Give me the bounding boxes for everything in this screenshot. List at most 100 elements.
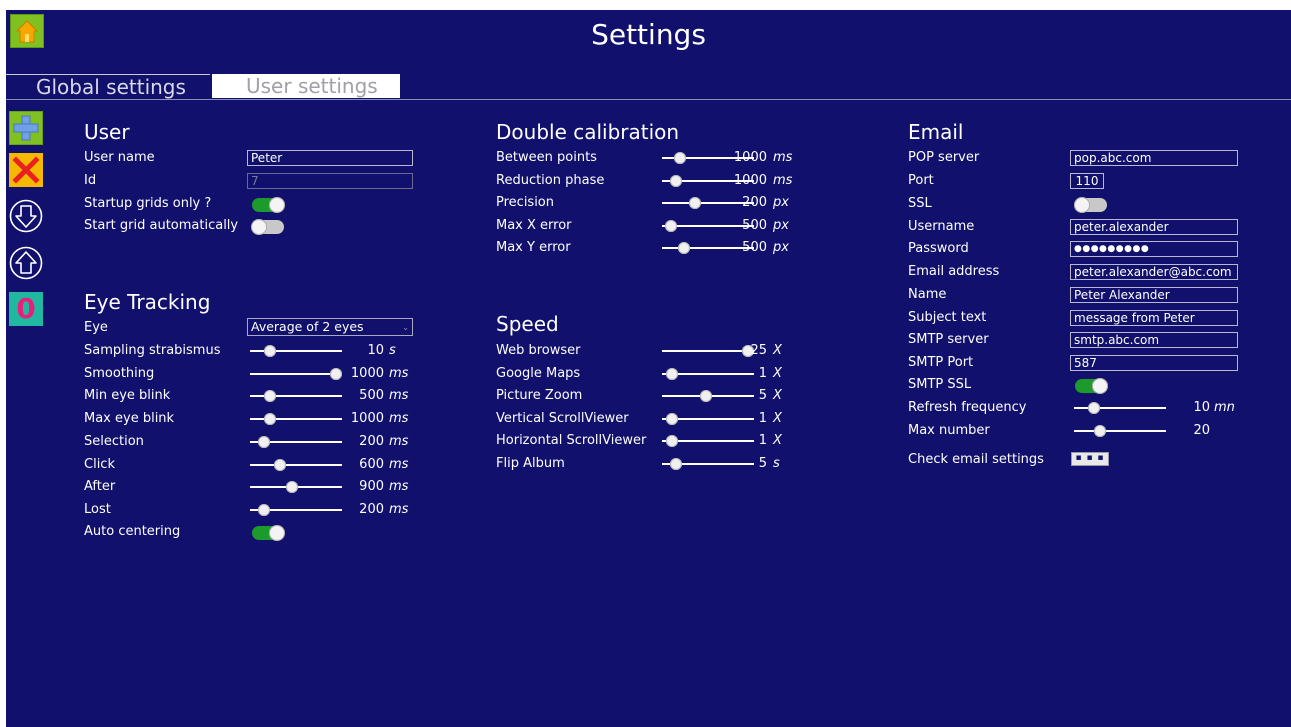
slider-unit: ms [389,388,409,404]
slider-label: Click [84,456,115,472]
slider-unit: ms [389,501,409,517]
slider-value: 1000 [350,365,384,381]
settings-window: Settings Global settings User settings 0… [6,10,1291,727]
eye-select[interactable]: Average of 2 eyes ⌄ [247,318,413,336]
slider-thumb[interactable] [689,197,702,209]
slider-unit: px [773,217,789,233]
slider-thumb[interactable] [258,435,270,448]
email-address-field[interactable]: peter.alexander@abc.com [1070,264,1238,280]
username-field[interactable]: peter.alexander [1070,219,1238,235]
slider-value: 500 [359,388,384,404]
ssl-toggle[interactable] [1074,197,1107,213]
slider-unit: s [389,343,396,358]
slider-unit: X [773,343,782,358]
refresh-frequency-slider[interactable] [1074,401,1166,415]
move-up-button[interactable] [9,246,43,280]
port-label: Port [908,173,934,188]
pop-server-field[interactable]: pop.abc.com [1070,150,1238,166]
slider-value: 5 [758,456,767,471]
slider-value: 1 [758,365,767,381]
smtp-ssl-toggle[interactable] [1075,378,1108,394]
slider-unit: X [773,388,782,404]
subject-text-label: Subject text [908,310,987,325]
slider-label: Horizontal ScrollViewer [496,433,647,449]
reset-button[interactable]: 0 [9,292,43,326]
smtp-port-field[interactable]: 587 [1070,355,1238,371]
name-field[interactable]: Peter Alexander [1070,287,1238,303]
refresh-frequency-label: Refresh frequency [908,400,1027,415]
slider-thumb[interactable] [670,174,682,187]
slider-thumb[interactable] [274,458,286,471]
password-label: Password [908,241,969,256]
start-grid-automatically-toggle[interactable] [251,219,284,235]
id-field: 7 [247,173,413,189]
slider-value: 200 [742,195,767,210]
add-user-button[interactable] [9,111,43,145]
slider-unit: px [773,195,789,210]
username-label: Username [908,219,975,234]
reset-label: 0 [16,292,36,325]
slider-thumb[interactable] [258,503,270,516]
port-field[interactable]: 110 [1070,173,1104,189]
close-icon [12,156,40,184]
slider-label: Precision [496,195,555,210]
auto-centering-toggle[interactable] [252,525,285,541]
slider-label: Google Maps [496,365,581,381]
email-address-label: Email address [908,264,1000,279]
smtp-port-label: SMTP Port [908,355,974,370]
slider-label: Selection [84,433,144,449]
tab-global-settings[interactable]: Global settings [6,74,210,99]
password-field[interactable]: ●●●●●●●●● [1070,241,1238,257]
slider-value: 1 [758,410,767,426]
slider-label: Flip Album [496,456,565,471]
slider-thumb[interactable] [666,367,678,380]
slider-label: Smoothing [84,365,155,381]
smtp-ssl-label: SMTP SSL [908,377,972,392]
max-number-slider[interactable] [1074,424,1166,438]
subject-text-field[interactable]: message from Peter [1070,310,1238,326]
tab-user-settings[interactable]: User settings [212,74,400,98]
slider-label: Web browser [496,343,581,358]
check-email-settings-label: Check email settings [908,452,1044,467]
plus-icon [13,115,39,141]
id-label: Id [84,173,97,188]
slider-value: 10 [367,343,384,358]
slider-label: Min eye blink [84,388,171,404]
slider-label: Between points [496,150,597,165]
user-name-field[interactable]: Peter [247,150,413,166]
refresh-frequency-unit: mn [1214,400,1235,415]
smtp-server-label: SMTP server [908,332,989,347]
page-title: Settings [591,18,706,51]
slider-unit: ms [389,479,409,495]
slider-unit: px [773,240,789,255]
slider-value: 500 [742,217,767,233]
slider-unit: ms [389,365,409,381]
pop-server-label: POP server [908,150,980,165]
user-section-title: User [84,120,130,144]
slider-unit: X [773,410,782,426]
slider-value: 5 [758,388,767,404]
slider-unit: ms [773,150,793,165]
slider-thumb[interactable] [666,412,678,425]
smtp-server-field[interactable]: smtp.abc.com [1070,332,1238,348]
slider-thumb[interactable] [264,345,277,357]
check-email-settings-button[interactable]: ▪ ▪ ▪ [1071,452,1109,466]
slider-value: 600 [359,456,384,472]
move-down-button[interactable] [9,199,43,233]
slider-label: Vertical ScrollViewer [496,410,629,426]
arrow-down-icon [9,199,43,233]
slider-value: 1000 [733,150,767,165]
slider-thumb[interactable] [670,458,682,470]
slider-thumb[interactable] [286,481,298,494]
delete-user-button[interactable] [9,153,43,187]
startup-grids-only-toggle[interactable] [252,197,285,213]
slider-value: 1000 [350,411,384,427]
slider-thumb[interactable] [678,242,690,254]
slider-thumb[interactable] [264,390,277,403]
slider-thumb[interactable] [665,219,678,232]
slider-thumb[interactable] [264,413,277,426]
slider-label: Lost [84,501,111,517]
eye-tracking-section-title: Eye Tracking [84,290,211,314]
slider-thumb[interactable] [674,152,686,164]
slider-thumb[interactable] [666,435,678,448]
